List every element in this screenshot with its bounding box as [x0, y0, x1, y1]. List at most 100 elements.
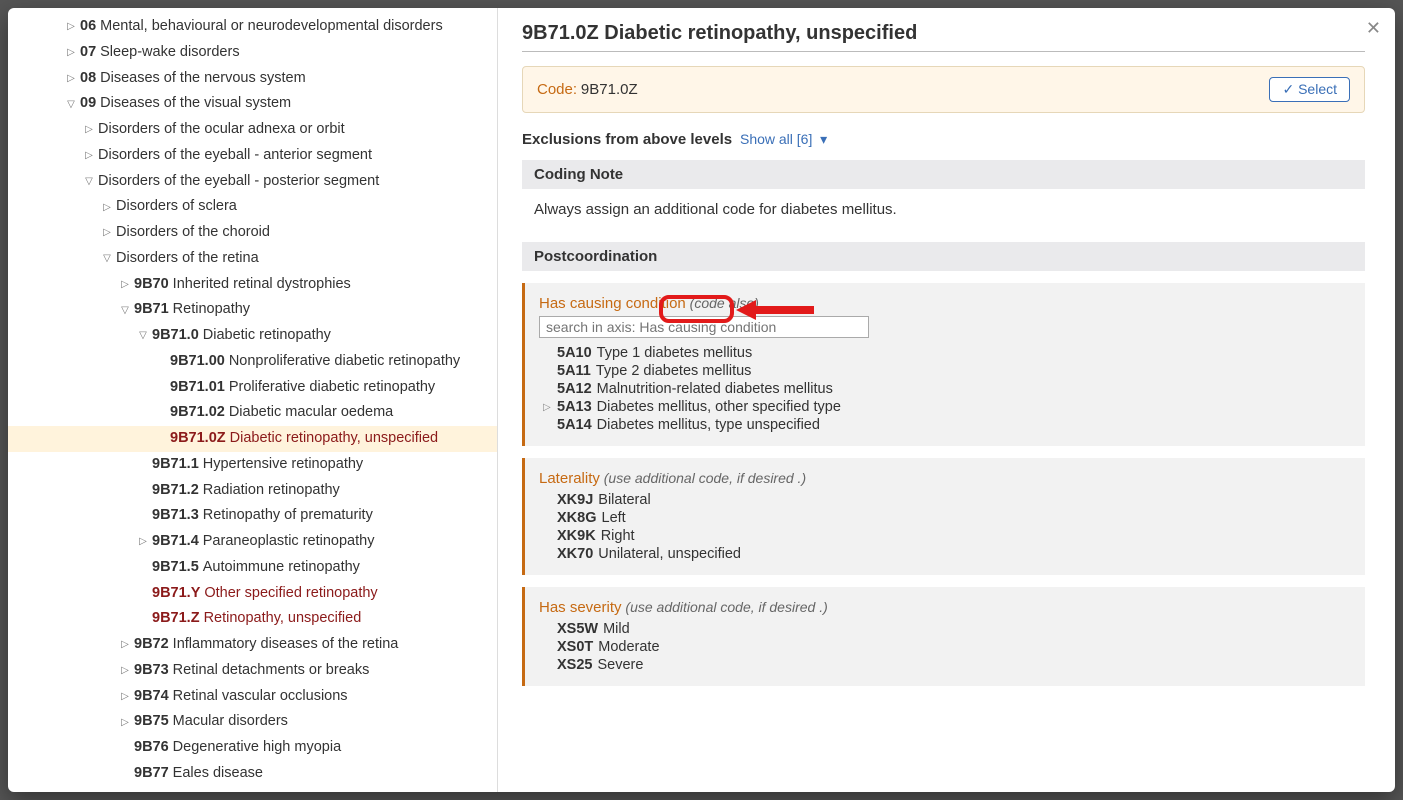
tree-row[interactable]: ▷9B70Inherited retinal dystrophies — [8, 272, 497, 298]
tree-label: Retinal detachments or breaks — [173, 660, 370, 682]
tree-row[interactable]: ▽9B71.0Diabetic retinopathy — [8, 323, 497, 349]
show-all-link[interactable]: Show all [6] ▾ — [740, 131, 827, 147]
tree-row[interactable]: 9B71.1Hypertensive retinopathy — [8, 452, 497, 478]
tree-row[interactable]: ▷9B71.4Paraneoplastic retinopathy — [8, 529, 497, 555]
axis-option-code: XK9J — [557, 492, 593, 508]
tree-label: Proliferative diabetic retinopathy — [229, 377, 435, 399]
tree-row[interactable]: ▷9B74Retinal vascular occlusions — [8, 684, 497, 710]
tree-row[interactable]: 9B71.5Autoimmune retinopathy — [8, 555, 497, 581]
chevron-right-icon[interactable]: ▷ — [64, 45, 78, 60]
chevron-down-icon[interactable]: ▽ — [136, 328, 150, 343]
axis-suffix: (use additional code, if desired .) — [625, 599, 827, 615]
tree-row[interactable]: 9B71.02Diabetic macular oedema — [8, 400, 497, 426]
tree-row[interactable]: 9B71.0ZDiabetic retinopathy, unspecified — [8, 426, 497, 452]
axis-option-label: Left — [602, 510, 626, 526]
tree-row[interactable]: 9B71.2Radiation retinopathy — [8, 478, 497, 504]
chevron-right-icon[interactable]: ▷ — [82, 122, 96, 137]
tree-row[interactable]: 9B77Eales disease — [8, 761, 497, 787]
chevron-right-icon[interactable]: ▷ — [64, 71, 78, 86]
tree-code: 9B71.3 — [152, 505, 199, 527]
chevron-right-icon[interactable]: ▷ — [118, 689, 132, 704]
chevron-down-icon[interactable]: ▽ — [64, 97, 78, 112]
axis-option[interactable]: XK9JBilateral — [539, 491, 1351, 509]
chevron-right-icon[interactable]: ▷ — [543, 402, 557, 413]
chevron-right-icon[interactable]: ▷ — [118, 663, 132, 678]
axis-search-input[interactable] — [539, 316, 869, 338]
chevron-right-icon[interactable]: ▷ — [100, 225, 114, 240]
tree-code: 06 — [80, 16, 96, 38]
chevron-down-icon[interactable]: ▽ — [100, 251, 114, 266]
tree-row[interactable]: ▷07Sleep-wake disorders — [8, 40, 497, 66]
tree-row[interactable]: 9B71.ZRetinopathy, unspecified — [8, 606, 497, 632]
tree-code: 9B71.4 — [152, 531, 199, 553]
tree-row[interactable]: ▷9B73Retinal detachments or breaks — [8, 658, 497, 684]
tree-label: Degenerative high myopia — [173, 737, 341, 759]
tree-label: Macular disorders — [173, 711, 288, 733]
chevron-right-icon[interactable]: ▷ — [118, 277, 132, 292]
close-icon[interactable]: ✕ — [1366, 18, 1381, 39]
tree-label: Autoimmune retinopathy — [203, 557, 360, 579]
axis-option[interactable]: 5A11Type 2 diabetes mellitus — [539, 362, 1351, 380]
tree-code: 9B71.1 — [152, 454, 199, 476]
axis-option[interactable]: 5A10Type 1 diabetes mellitus — [539, 344, 1351, 362]
chevron-right-icon[interactable]: ▷ — [136, 534, 150, 549]
tree-label: Sleep-wake disorders — [100, 42, 239, 64]
axis-option-code: XK8G — [557, 510, 597, 526]
tree-row[interactable]: 9B71.YOther specified retinopathy — [8, 581, 497, 607]
tree-row[interactable]: 9B76Degenerative high myopia — [8, 735, 497, 761]
chevron-down-icon[interactable]: ▽ — [118, 303, 132, 318]
postcoordination-header: Postcoordination — [522, 242, 1365, 271]
tree-row[interactable]: ▷08Diseases of the nervous system — [8, 66, 497, 92]
axis-option-code: 5A13 — [557, 399, 592, 415]
tree-row[interactable]: ▽9B71Retinopathy — [8, 297, 497, 323]
tree-code: 9B71 — [134, 299, 169, 321]
tree-code: 9B74 — [134, 686, 169, 708]
tree-label: Diabetic macular oedema — [229, 402, 393, 424]
tree-label: Inherited retinal dystrophies — [173, 274, 351, 296]
tree-row[interactable]: 9B71.00Nonproliferative diabetic retinop… — [8, 349, 497, 375]
tree-code: 9B71.2 — [152, 480, 199, 502]
chevron-right-icon[interactable]: ▷ — [118, 715, 132, 730]
tree-row[interactable]: ▷9B78Certain specified retinal disorders — [8, 787, 497, 793]
tree-row[interactable]: ▽Disorders of the eyeball - posterior se… — [8, 169, 497, 195]
axis-option[interactable]: XS25Severe — [539, 656, 1351, 674]
tree-row[interactable]: ▷Disorders of the ocular adnexa or orbit — [8, 117, 497, 143]
tree-row[interactable]: 9B71.3Retinopathy of prematurity — [8, 503, 497, 529]
chevron-right-icon[interactable]: ▷ — [64, 19, 78, 34]
tree-row[interactable]: ▷9B75Macular disorders — [8, 709, 497, 735]
axis-option-label: Type 1 diabetes mellitus — [597, 345, 753, 361]
axis-option[interactable]: XK8G Left — [539, 509, 1351, 527]
chevron-down-icon[interactable]: ▽ — [82, 174, 96, 189]
tree-row[interactable]: ▷06Mental, behavioural or neurodevelopme… — [8, 14, 497, 40]
tree-row[interactable]: ▽09Diseases of the visual system — [8, 91, 497, 117]
axis-option-label: Diabetes mellitus, other specified type — [597, 399, 841, 415]
axis-option[interactable]: 5A14Diabetes mellitus, type unspecified — [539, 416, 1351, 434]
chevron-right-icon[interactable]: ▷ — [100, 200, 114, 215]
axis-option[interactable]: 5A12Malnutrition-related diabetes mellit… — [539, 380, 1351, 398]
tree-row[interactable]: ▽Disorders of the retina — [8, 246, 497, 272]
tree-code: 9B71.Y — [152, 583, 200, 605]
axis-option[interactable]: XS0TModerate — [539, 638, 1351, 656]
hierarchy-tree[interactable]: ▷06Mental, behavioural or neurodevelopme… — [8, 8, 498, 792]
axis-option[interactable]: ▷5A13 Diabetes mellitus, other specified … — [539, 398, 1351, 416]
tree-row[interactable]: ▷Disorders of the choroid — [8, 220, 497, 246]
coding-note-body: Always assign an additional code for dia… — [522, 189, 1365, 232]
axis-option[interactable]: XS5WMild — [539, 620, 1351, 638]
axis-option-code: XK70 — [557, 546, 593, 562]
chevron-right-icon[interactable]: ▷ — [82, 148, 96, 163]
code-label: Code: — [537, 81, 577, 98]
select-button[interactable]: ✓ Select — [1269, 77, 1350, 102]
tree-label: Disorders of sclera — [116, 196, 237, 218]
tree-row[interactable]: ▷9B72Inflammatory diseases of the retina — [8, 632, 497, 658]
axis-title: Laterality — [539, 470, 600, 487]
tree-label: Diseases of the visual system — [100, 93, 291, 115]
tree-row[interactable]: ▷Disorders of sclera — [8, 194, 497, 220]
tree-row[interactable]: 9B71.01Proliferative diabetic retinopath… — [8, 375, 497, 401]
coding-note-header: Coding Note — [522, 160, 1365, 189]
axis-option-label: Mild — [603, 621, 630, 637]
tree-label: Retinopathy, unspecified — [204, 608, 362, 630]
axis-option[interactable]: XK70Unilateral, unspecified — [539, 545, 1351, 563]
axis-option[interactable]: XK9KRight — [539, 527, 1351, 545]
tree-row[interactable]: ▷Disorders of the eyeball - anterior seg… — [8, 143, 497, 169]
chevron-right-icon[interactable]: ▷ — [118, 637, 132, 652]
